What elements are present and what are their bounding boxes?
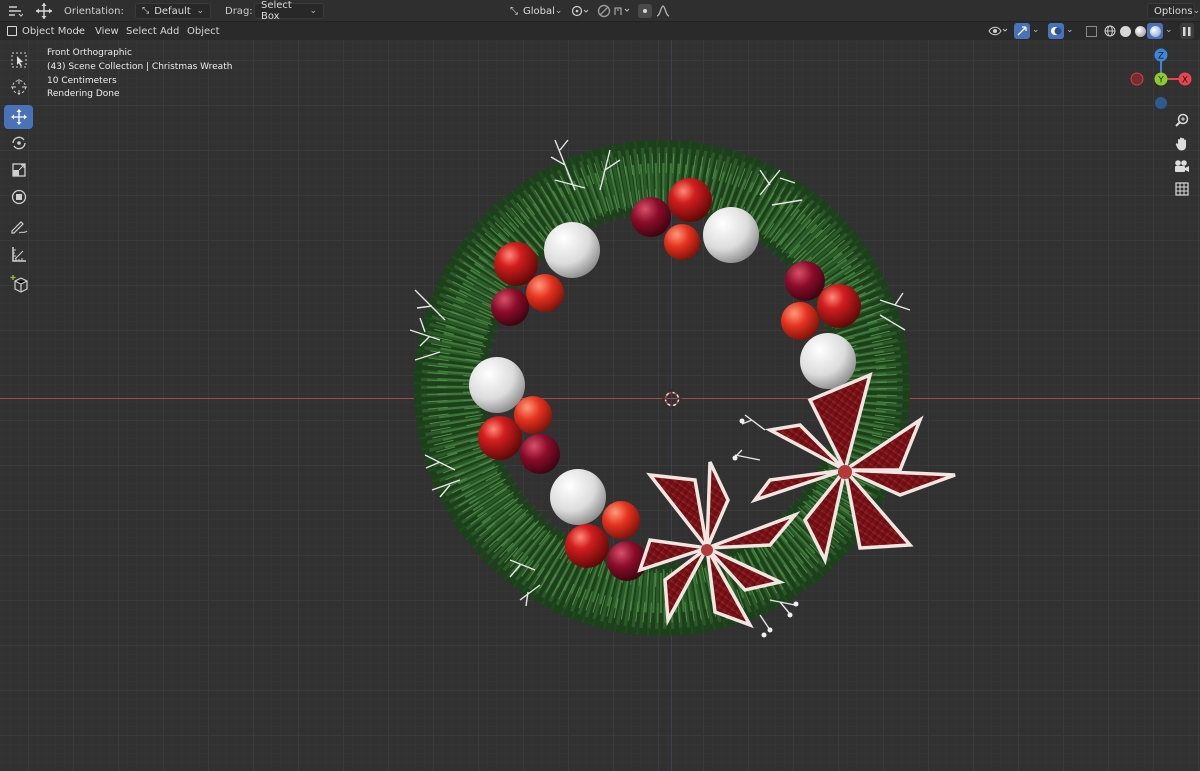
gizmo-neg-z[interactable] [1155,97,1167,109]
tool-move[interactable] [4,105,33,129]
gizmo-y-label: Y [1157,76,1164,86]
3d-cursor [662,389,682,409]
christmas-wreath-render [409,139,956,638]
gizmo-x-label: X [1182,76,1188,86]
tool-transform[interactable] [4,185,33,209]
tool-measure[interactable] [4,242,33,266]
camera-view-icon[interactable] [1172,156,1192,176]
tool-rotate[interactable] [4,131,33,155]
perspective-grid-icon[interactable] [1172,179,1192,199]
zoom-icon[interactable] [1172,110,1192,130]
tool-scale[interactable] [4,158,33,182]
tool-select-box[interactable] [4,48,33,72]
gizmo-neg-x[interactable] [1130,72,1144,86]
tool-add-cube[interactable] [4,272,33,296]
tool-annotate[interactable] [4,215,33,239]
pan-hand-icon[interactable] [1172,133,1192,153]
navigation-gizmo[interactable]: Z X Y [1125,42,1199,116]
poinsettia-small-center [701,544,713,556]
tool-cursor[interactable] [4,75,33,99]
poinsettia-large-center [838,465,852,479]
gizmo-z-label: Z [1158,52,1164,62]
